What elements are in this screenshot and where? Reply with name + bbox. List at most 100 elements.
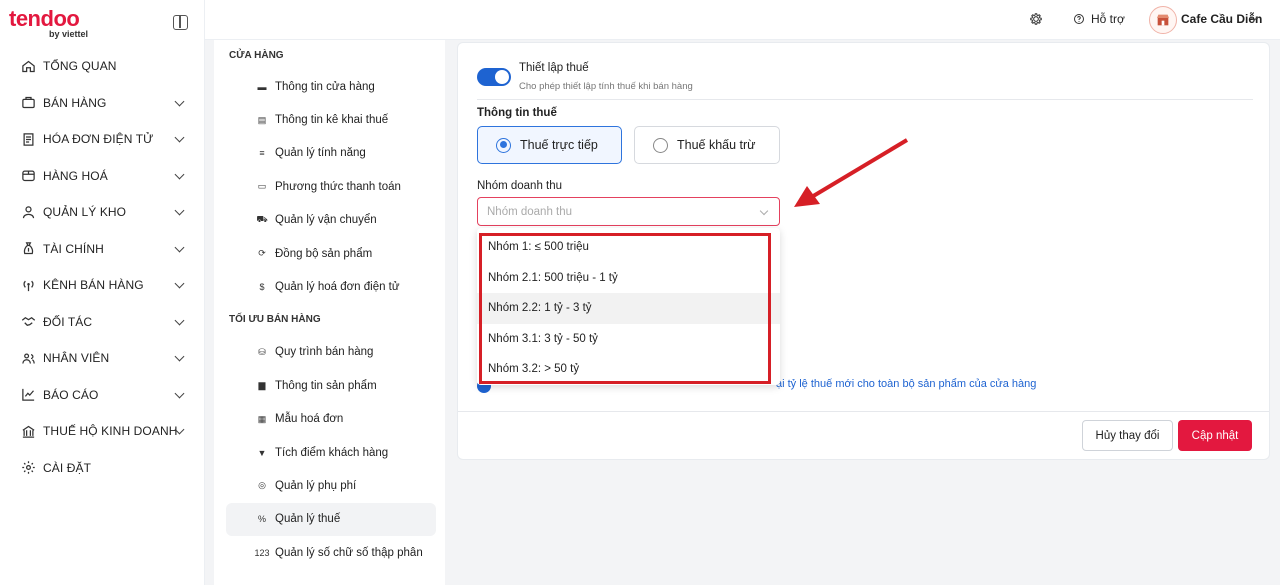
store-avatar[interactable]: [1149, 6, 1177, 34]
apply-all-link[interactable]: ại tỷ lệ thuế mới cho toàn bộ sản phẩm c…: [776, 378, 1036, 390]
logo[interactable]: tendoo by viettel: [9, 6, 109, 40]
document-icon: ▤: [257, 114, 267, 125]
receipt-icon: ▦: [257, 413, 267, 424]
cancel-button[interactable]: Hủy thay đổi: [1082, 420, 1173, 451]
logo-brand: tendoo: [9, 6, 80, 31]
store-name[interactable]: Cafe Cầu Diễn: [1181, 12, 1262, 26]
sidebar-item-label: HÓA ĐƠN ĐIỆN TỬ: [43, 132, 154, 147]
update-button[interactable]: Cập nhật: [1178, 420, 1252, 451]
sidebar-item[interactable]: CÀI ĐẶT: [0, 450, 205, 487]
select-placeholder: Nhóm doanh thu: [487, 205, 573, 218]
gear-icon: [21, 460, 36, 475]
sidebar-item-label: QUẢN LÝ KHO: [43, 205, 127, 220]
truck-icon: ⛟: [256, 214, 268, 225]
revenue-group-select[interactable]: Nhóm doanh thu: [477, 197, 780, 226]
handshake-icon: [21, 314, 36, 329]
question-icon: [1074, 14, 1084, 24]
sidebar-item-label: NHÂN VIÊN: [43, 351, 110, 366]
bookmark-icon: ▼: [257, 447, 267, 458]
submenu-item-label: Quản lý tính năng: [275, 147, 366, 160]
shop-icon: [1157, 14, 1169, 26]
sidebar-item-label: HÀNG HOÁ: [43, 168, 108, 183]
menu-lines-icon: ≡: [259, 148, 265, 159]
submenu-item-label: Thông tin sản phẩm: [275, 379, 377, 392]
tax-icon: [21, 424, 36, 439]
submenu-item[interactable]: ▆ Thông tin sản phẩm: [226, 369, 436, 402]
top-header: Hỗ trợ Cafe Cầu Diễn: [205, 0, 1280, 40]
submenu-item[interactable]: ◎ Quản lý phụ phí: [226, 469, 436, 502]
submenu-item-label: Quản lý vận chuyển: [275, 214, 377, 227]
chevron-down-icon: [174, 205, 185, 216]
logo-sub: by viettel: [49, 29, 89, 39]
submenu-item-label: Phương thức thanh toán: [275, 180, 401, 193]
box-icon: [21, 168, 36, 183]
divider: [458, 411, 1269, 412]
archive-icon: ▆: [258, 380, 266, 391]
submenu-item[interactable]: 123 Quản lý số chữ số thập phân: [226, 536, 436, 569]
cart-icon: [21, 95, 36, 110]
submenu-item[interactable]: $ Quản lý hoá đơn điện tử: [226, 270, 436, 303]
help-button[interactable]: Hỗ trợ: [1073, 12, 1125, 26]
radio-label: Thuế khấu trừ: [677, 138, 756, 152]
settings-submenu: CỬA HÀNG ▬ Thông tin cửa hàng ▤ Thông tin k…: [214, 40, 445, 585]
store-icon: ▬: [257, 81, 267, 92]
submenu-item[interactable]: % Quản lý thuế: [226, 502, 436, 537]
submenu-item-label: Tích điểm khách hàng: [275, 446, 389, 459]
sidebar-item[interactable]: ĐỐI TÁC: [0, 304, 205, 341]
percent-icon: %: [257, 514, 266, 525]
sidebar-item[interactable]: HÓA ĐƠN ĐIỆN TỬ: [0, 121, 205, 158]
tax-toggle[interactable]: [477, 68, 511, 86]
sidebar-collapse-icon[interactable]: [173, 15, 188, 30]
sidebar-nav: TỔNG QUAN BÁN HÀNG HÓA ĐƠN ĐIỆN TỬ HÀNG HOÁ…: [0, 48, 205, 486]
radio-selected-icon: [496, 137, 511, 153]
radio-unselected-icon: [653, 137, 668, 153]
submenu-item[interactable]: ⟳ Đồng bộ sản phẩm: [226, 237, 436, 270]
sidebar-item[interactable]: BÁO CÁO: [0, 377, 205, 414]
submenu-item-label: Quản lý số chữ số thập phân: [275, 546, 423, 559]
broadcast-icon: [21, 278, 36, 293]
sidebar-item-label: THUẾ HỘ KINH DOANH: [43, 424, 178, 439]
staff-icon: [21, 351, 36, 366]
sidebar-item[interactable]: BÁN HÀNG: [0, 85, 205, 122]
sidebar-item[interactable]: TỔNG QUAN: [0, 48, 205, 85]
submenu-item[interactable]: ⛁ Quy trình bán hàng: [226, 336, 436, 369]
submenu-item[interactable]: ▭ Phương thức thanh toán: [226, 170, 436, 203]
money-bag-icon: [21, 241, 36, 256]
radio-label: Thuế trực tiếp: [520, 138, 598, 152]
submenu-item-label: Đồng bộ sản phẩm: [275, 247, 373, 260]
chart-icon: [21, 387, 36, 402]
sidebar-item[interactable]: TÀI CHÍNH: [0, 231, 205, 268]
submenu-item[interactable]: ▼ Tích điểm khách hàng: [226, 436, 436, 469]
home-icon: [21, 59, 36, 74]
invoice-icon: [21, 132, 36, 147]
submenu-item-label: Quản lý hoá đơn điện tử: [275, 281, 400, 294]
submenu-item[interactable]: ▤ Thông tin kê khai thuế: [226, 103, 436, 136]
sidebar-item[interactable]: NHÂN VIÊN: [0, 340, 205, 377]
submenu-item[interactable]: ⛟ Quản lý vận chuyển: [226, 204, 436, 237]
gear-icon[interactable]: [1029, 12, 1043, 29]
submenu-item[interactable]: ≡ Quản lý tính năng: [226, 137, 436, 170]
sidebar-item-label: TỔNG QUAN: [43, 59, 117, 74]
submenu-item[interactable]: ▬ Thông tin cửa hàng: [226, 70, 436, 103]
submenu-section-sales: TỐI ƯU BÁN HÀNG: [229, 314, 321, 326]
dollar-circle-icon: $: [259, 282, 265, 293]
sidebar-item-label: CÀI ĐẶT: [43, 460, 92, 475]
submenu-item[interactable]: ▦ Mẫu hoá đơn: [226, 403, 436, 436]
chevron-down-icon: [174, 242, 185, 252]
radio-deduction-tax[interactable]: Thuế khấu trừ: [634, 126, 780, 164]
sidebar-item[interactable]: THUẾ HỘ KINH DOANH: [0, 413, 205, 450]
chevron-down-icon: [174, 315, 185, 325]
chevron-down-icon: [174, 169, 185, 179]
tax-info-title: Thông tin thuế: [477, 107, 557, 119]
sidebar-item[interactable]: QUẢN LÝ KHO: [0, 194, 205, 231]
credit-card-icon: ▭: [257, 181, 267, 192]
basket-icon: ⛁: [258, 346, 266, 357]
tax-setting-description: Cho phép thiết lập tính thuế khi bán hàn…: [519, 81, 693, 92]
sidebar-item-label: BÁN HÀNG: [43, 95, 107, 110]
sidebar-item[interactable]: KÊNH BÁN HÀNG: [0, 267, 205, 304]
submenu-item-label: Quy trình bán hàng: [275, 346, 374, 359]
chevron-down-icon: [174, 278, 185, 289]
radio-direct-tax[interactable]: Thuế trực tiếp: [477, 126, 622, 164]
sidebar-item[interactable]: HÀNG HOÁ: [0, 158, 205, 195]
chevron-down-icon: [759, 206, 769, 216]
